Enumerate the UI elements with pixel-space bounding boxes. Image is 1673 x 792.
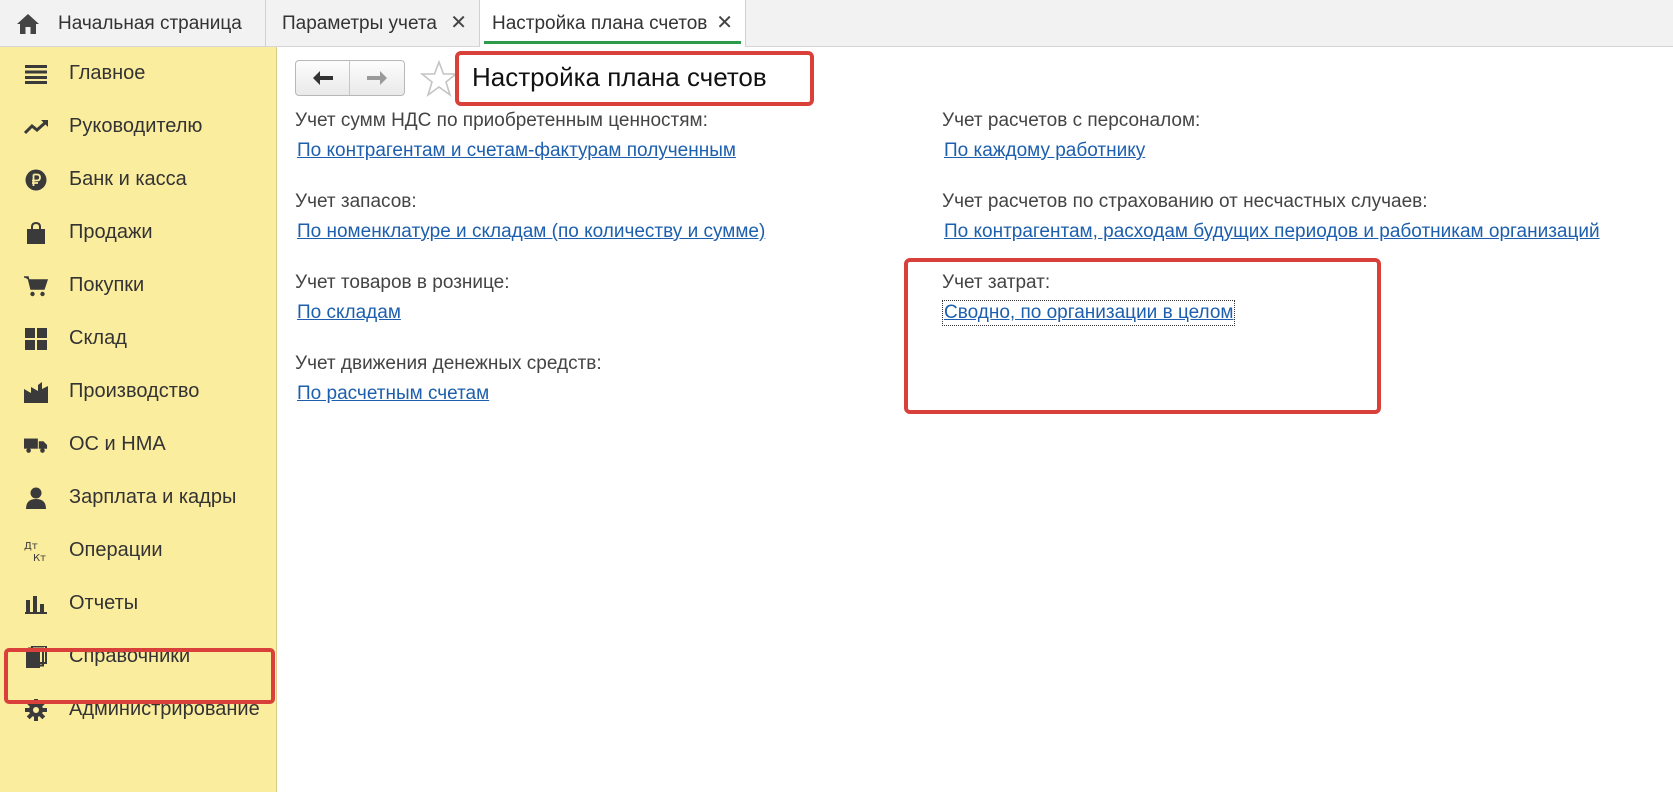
sidebar-item-label: Руководителю	[69, 115, 203, 137]
shopping-bag-icon	[24, 221, 48, 245]
sidebar-item-label: Операции	[69, 539, 163, 561]
sidebar-item-main[interactable]: Главное	[0, 47, 277, 100]
sidebar-item-purchases[interactable]: Покупки	[0, 259, 277, 312]
sidebar-item-manager[interactable]: Руководителю	[0, 100, 277, 153]
person-icon	[24, 486, 48, 510]
arrow-left-icon	[312, 71, 333, 85]
ruble-coin-icon	[24, 168, 48, 192]
sidebar-item-bank[interactable]: Банк и касса	[0, 153, 277, 206]
tab-active-label: Настройка плана счетов	[492, 12, 708, 34]
sidebar-item-production[interactable]: Производство	[0, 365, 277, 418]
administration-highlight-frame	[4, 648, 275, 704]
sidebar-item-payroll[interactable]: Зарплата и кадры	[0, 471, 277, 524]
tab-home-label: Начальная страница	[58, 12, 242, 34]
forward-button[interactable]	[350, 61, 404, 95]
sidebar-item-label: Главное	[69, 62, 146, 84]
arrow-right-icon	[367, 71, 387, 85]
sidebar-item-sales[interactable]: Продажи	[0, 206, 277, 259]
tab-bar: Начальная страница Параметры учета ✕ Нас…	[0, 0, 1673, 47]
vat-label: Учет сумм НДС по приобретенным ценностям…	[295, 110, 708, 131]
insurance-value-link[interactable]: По контрагентам, расходам будущих период…	[944, 221, 1600, 243]
bar-chart-icon	[24, 592, 48, 616]
sidebar-item-label: Покупки	[69, 274, 145, 296]
close-icon[interactable]: ✕	[450, 12, 467, 34]
sidebar-item-reports[interactable]: Отчеты	[0, 577, 277, 630]
favorite-star-icon[interactable]	[419, 59, 459, 98]
stock-value-link[interactable]: По номенклатуре и складам (по количеству…	[297, 221, 765, 243]
home-icon	[16, 13, 40, 35]
sidebar-item-label: Производство	[69, 380, 200, 402]
stock-label: Учет запасов:	[295, 191, 417, 212]
cash-label: Учет движения денежных средств:	[295, 353, 602, 374]
staff-value-link[interactable]: По каждому работнику	[944, 140, 1145, 162]
menu-lines-icon	[24, 62, 48, 86]
retail-value-link[interactable]: По складам	[297, 302, 401, 324]
sidebar-item-fixed-assets[interactable]: ОС и НМА	[0, 418, 277, 471]
tab-chart-of-accounts-settings[interactable]: Настройка плана счетов ✕	[480, 0, 746, 47]
sidebar-item-label: ОС и НМА	[69, 433, 166, 455]
sidebar-item-label: Склад	[69, 327, 127, 349]
sidebar-item-label: Отчеты	[69, 592, 139, 614]
tab-params-label: Параметры учета	[282, 12, 437, 34]
shopping-cart-icon	[24, 274, 48, 298]
retail-label: Учет товаров в рознице:	[295, 272, 510, 293]
sidebar-item-warehouse[interactable]: Склад	[0, 312, 277, 365]
close-icon[interactable]: ✕	[716, 12, 733, 34]
vat-value-link[interactable]: По контрагентам и счетам-фактурам получе…	[297, 140, 736, 162]
debit-credit-icon: Дт Кт	[24, 539, 48, 563]
insurance-label: Учет расчетов по страхованию от несчастн…	[942, 191, 1428, 212]
truck-icon	[24, 433, 48, 457]
cash-value-link[interactable]: По расчетным счетам	[297, 383, 489, 405]
svg-text:Дт: Дт	[24, 541, 38, 552]
tab-home[interactable]: Начальная страница	[0, 0, 266, 47]
costs-value-link[interactable]: Сводно, по организации в целом	[941, 300, 1236, 326]
costs-label: Учет затрат:	[942, 272, 1051, 293]
page-title: Настройка плана счетов	[472, 62, 767, 92]
factory-icon	[24, 380, 48, 404]
svg-text:Кт: Кт	[33, 553, 46, 563]
sidebar-item-label: Зарплата и кадры	[69, 486, 237, 508]
history-nav-group	[295, 60, 405, 96]
sidebar-item-operations[interactable]: Дт Кт Операции	[0, 524, 277, 577]
tab-accounting-parameters[interactable]: Параметры учета ✕	[266, 0, 480, 47]
trend-up-icon	[24, 115, 48, 139]
sidebar-item-label: Банк и касса	[69, 168, 187, 190]
back-button[interactable]	[296, 61, 351, 95]
warehouse-grid-icon	[24, 327, 48, 351]
sidebar-item-label: Продажи	[69, 221, 153, 243]
staff-label: Учет расчетов с персоналом:	[942, 110, 1201, 131]
